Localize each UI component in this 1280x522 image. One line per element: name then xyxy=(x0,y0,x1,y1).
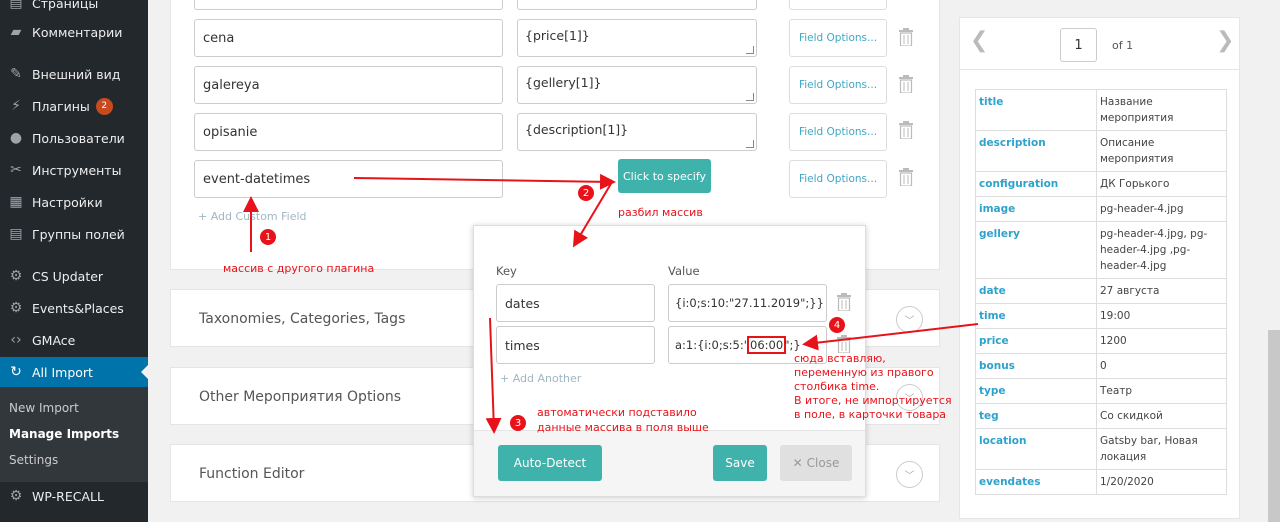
annotation-marker-3: 3 xyxy=(510,415,526,431)
annotation-text-1: массив с другого плагина xyxy=(223,262,375,275)
annotation-marker-1: 1 xyxy=(260,229,276,245)
arrow-down-autodetect xyxy=(485,317,502,434)
annotation-marker-2: 2 xyxy=(578,185,594,201)
annotation-text-4: сюда вставляю, переменную из правого сто… xyxy=(794,352,952,421)
annotation-text-2: разбил массив xyxy=(618,206,703,219)
annotation-arrows xyxy=(243,173,979,434)
page-scrollbar[interactable] xyxy=(1268,330,1280,522)
arrow-to-specify xyxy=(353,173,616,190)
annotation-marker-4: 4 xyxy=(829,317,845,333)
annotation-text-3a: автоматически подставило xyxy=(537,406,697,419)
annotation-text-3b: данные массива в поля выше xyxy=(537,421,709,434)
